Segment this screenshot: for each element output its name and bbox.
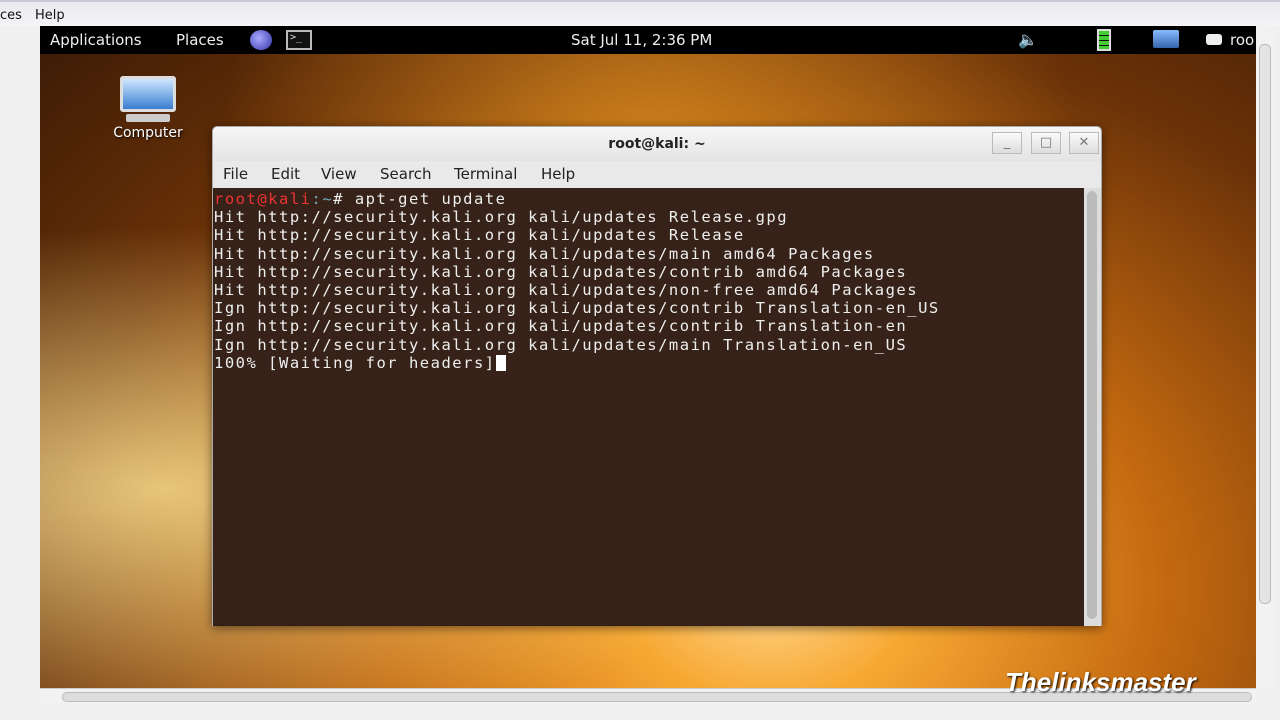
menu-file[interactable]: File bbox=[223, 165, 248, 183]
minimize-button[interactable]: _ bbox=[992, 132, 1022, 154]
menu-help[interactable]: Help bbox=[541, 165, 575, 183]
network-icon[interactable] bbox=[1153, 30, 1179, 48]
menu-view[interactable]: View bbox=[321, 165, 357, 183]
top-panel: Applications Places >_ Sat Jul 11, 2:36 … bbox=[40, 26, 1256, 54]
output-line: Hit http://security.kali.org kali/update… bbox=[214, 226, 745, 245]
output-line: Hit http://security.kali.org kali/update… bbox=[214, 262, 908, 281]
terminal-launcher-icon[interactable]: >_ bbox=[286, 30, 312, 50]
applications-menu[interactable]: Applications bbox=[50, 31, 142, 49]
chat-icon[interactable] bbox=[1206, 34, 1222, 45]
computer-desktop-icon[interactable]: Computer bbox=[108, 76, 188, 141]
maximize-button[interactable]: □ bbox=[1031, 132, 1061, 154]
host-menubar: ces Help bbox=[0, 0, 1280, 26]
volume-muted-icon[interactable]: 🔈 bbox=[1018, 30, 1038, 49]
prompt-line: root@kali:~# apt-get update bbox=[214, 190, 507, 208]
cursor bbox=[495, 354, 506, 371]
command: apt-get update bbox=[354, 190, 507, 208]
monitor-icon bbox=[120, 76, 176, 112]
vertical-scrollbar[interactable] bbox=[1256, 26, 1274, 688]
computer-label: Computer bbox=[113, 125, 183, 141]
output-line: Ign http://security.kali.org kali/update… bbox=[214, 299, 940, 318]
output-line: Hit http://security.kali.org kali/update… bbox=[214, 244, 875, 263]
terminal-scrollbar[interactable] bbox=[1084, 188, 1101, 626]
host-menu-places[interactable]: ces bbox=[0, 8, 22, 23]
close-button[interactable]: ✕ bbox=[1069, 132, 1099, 154]
status-line: 100% [Waiting for headers] bbox=[214, 354, 1085, 372]
output-line: Hit http://security.kali.org kali/update… bbox=[214, 208, 789, 227]
menu-terminal[interactable]: Terminal bbox=[454, 165, 517, 183]
window-titlebar[interactable]: root@kali: ~ bbox=[213, 127, 1101, 161]
terminal-window: root@kali: ~ _ □ ✕ File Edit View Search… bbox=[212, 126, 1102, 626]
watermark: Thelinksmaster bbox=[1005, 667, 1196, 697]
output-line: Ign http://security.kali.org kali/update… bbox=[214, 317, 908, 336]
output-line: Ign http://security.kali.org kali/update… bbox=[214, 335, 908, 354]
desktop: Applications Places >_ Sat Jul 11, 2:36 … bbox=[40, 26, 1256, 688]
menu-edit[interactable]: Edit bbox=[271, 165, 300, 183]
browser-icon[interactable] bbox=[250, 30, 272, 50]
user-menu[interactable]: roo bbox=[1230, 31, 1254, 49]
terminal-output[interactable]: root@kali:~# apt-get update Hit http://se… bbox=[213, 188, 1085, 626]
window-title: root@kali: ~ bbox=[608, 136, 706, 152]
places-menu[interactable]: Places bbox=[176, 31, 224, 49]
menu-search[interactable]: Search bbox=[380, 165, 432, 183]
output-line: Hit http://security.kali.org kali/update… bbox=[214, 281, 919, 300]
host-menu-help[interactable]: Help bbox=[35, 8, 65, 23]
window-menubar: File Edit View Search Terminal Help bbox=[213, 161, 1101, 187]
clock[interactable]: Sat Jul 11, 2:36 PM bbox=[571, 31, 712, 49]
battery-icon[interactable] bbox=[1097, 29, 1111, 51]
